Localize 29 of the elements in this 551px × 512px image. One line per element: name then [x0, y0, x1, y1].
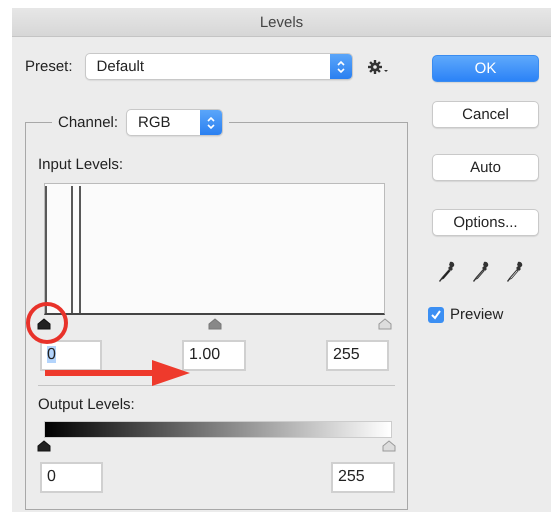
preview-label: Preview — [450, 306, 504, 323]
preview-checkbox[interactable] — [428, 306, 444, 322]
output-levels-label: Output Levels: — [38, 396, 136, 413]
number-field[interactable]: 255 — [326, 340, 389, 371]
dialog-button[interactable]: Auto — [432, 154, 539, 181]
preset-label: Preset: — [25, 58, 73, 75]
annotation-circle — [26, 302, 68, 344]
number-field[interactable]: 255 — [331, 462, 395, 493]
channel-select[interactable]: RGB — [126, 109, 224, 136]
eyedropper-icon[interactable] — [472, 261, 490, 283]
eyedropper-icon[interactable] — [438, 261, 456, 283]
settings-icon[interactable] — [366, 58, 389, 74]
number-field[interactable]: 0 — [40, 462, 103, 493]
slider-thumb[interactable] — [37, 440, 51, 452]
slider-thumb[interactable] — [37, 318, 51, 330]
slider-thumb[interactable] — [382, 440, 396, 452]
dialog-button[interactable]: Cancel — [432, 101, 539, 128]
slider-thumb[interactable] — [208, 318, 222, 330]
input-levels-label: Input Levels: — [38, 156, 124, 173]
updown-icon — [206, 114, 216, 130]
number-field[interactable]: 1.00 — [182, 340, 246, 371]
dialog-button[interactable]: Options... — [432, 209, 539, 236]
slider-thumb[interactable] — [378, 318, 392, 330]
eyedropper-icon[interactable] — [506, 261, 524, 283]
window-title: Levels — [260, 14, 304, 30]
number-field[interactable]: 0 — [40, 340, 102, 371]
preset-select[interactable]: Default — [84, 53, 353, 80]
channel-label: Channel: — [58, 114, 118, 131]
updown-icon — [336, 58, 346, 74]
